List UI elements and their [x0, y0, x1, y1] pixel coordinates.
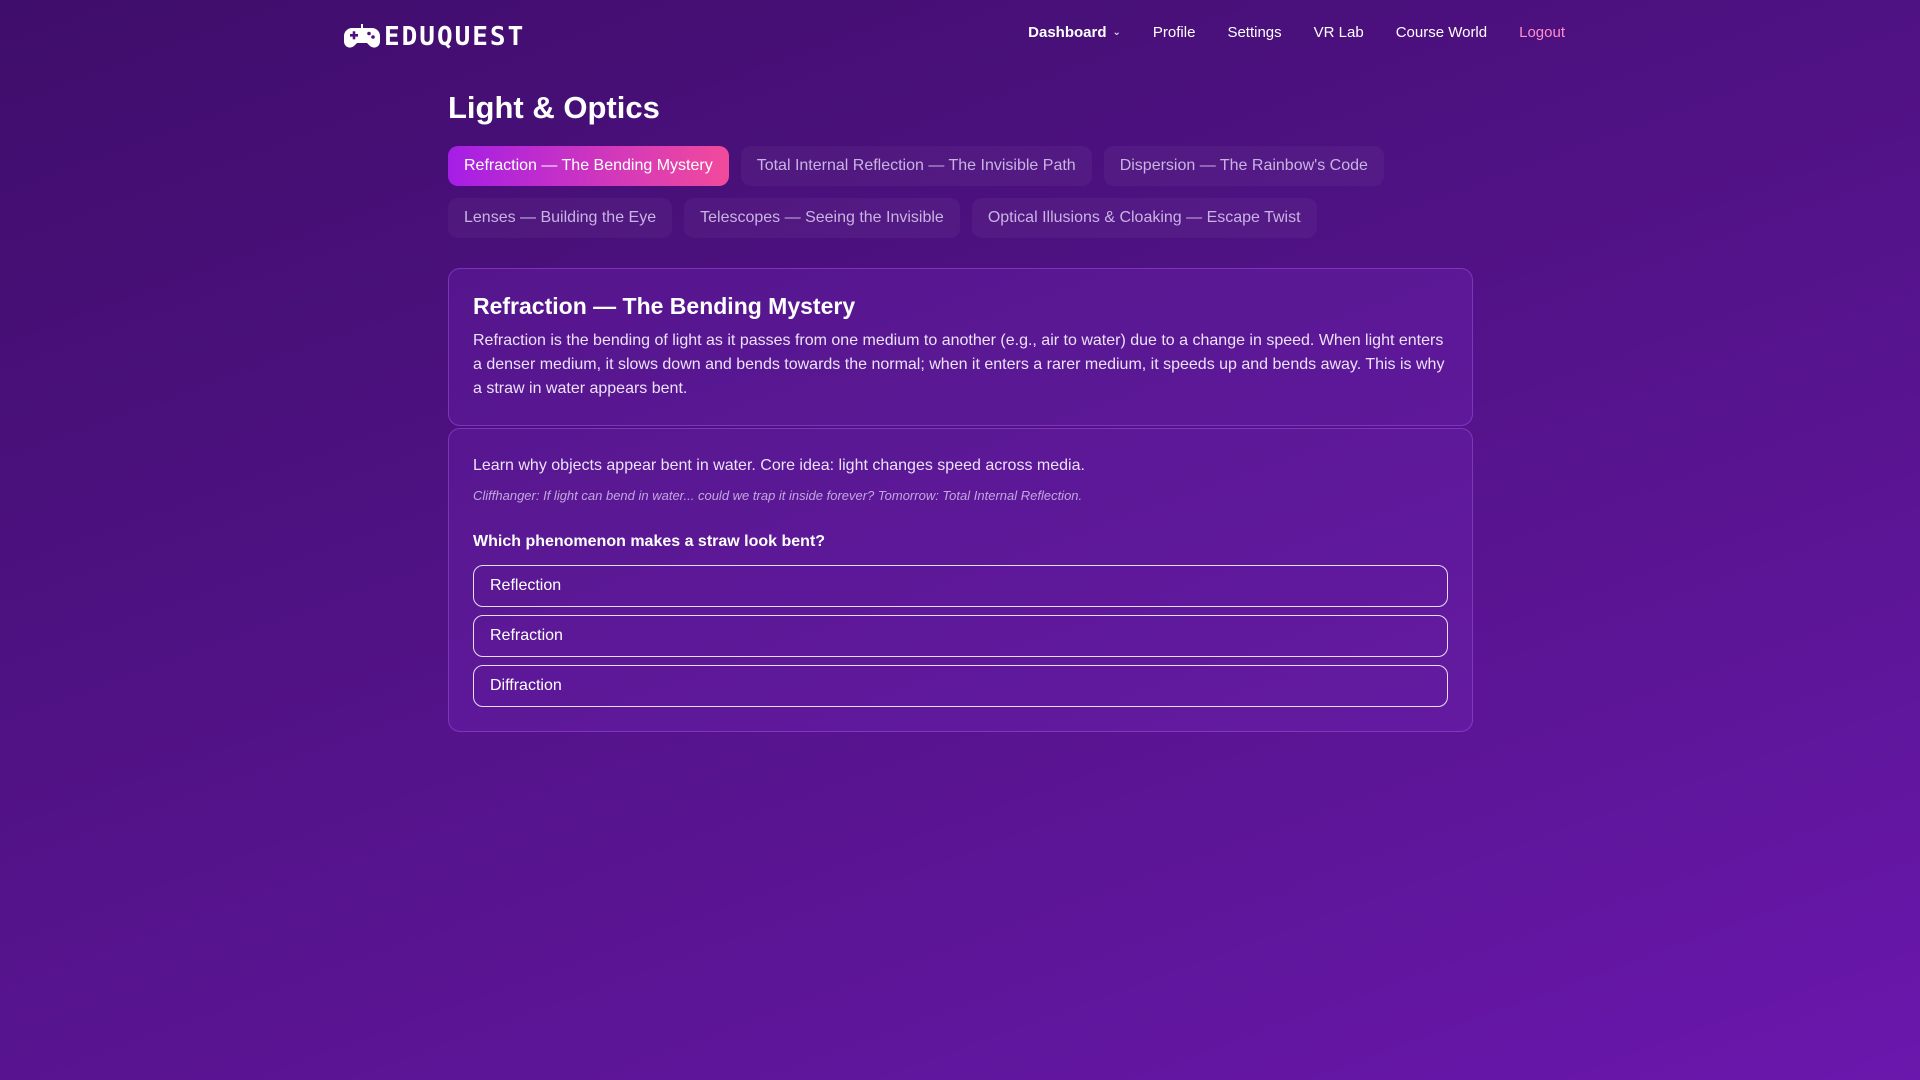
cliffhanger-text: Cliffhanger: If light can bend in water.… — [473, 488, 1083, 503]
quiz-question: Which phenomenon makes a straw look bent… — [473, 533, 826, 550]
main-content: Light & Optics Refraction — The Bending … — [448, 88, 1473, 732]
lesson-body: Refraction is the bending of light as it… — [473, 332, 1445, 397]
nav-vr-lab[interactable]: VR Lab — [1314, 24, 1364, 41]
brand-logo[interactable]: EDUQUEST — [344, 22, 525, 52]
nav-dashboard-label: Dashboard — [1028, 24, 1107, 41]
answer-option-diffraction[interactable]: Diffraction — [473, 665, 1448, 707]
answer-option-refraction[interactable]: Refraction — [473, 615, 1448, 657]
quiz-card: Learn why objects appear bent in water. … — [448, 428, 1473, 732]
topic-tabs: Refraction — The Bending Mystery Total I… — [448, 146, 1448, 238]
top-nav: EDUQUEST Dashboard ⌄ Profile Settings VR… — [0, 0, 1920, 72]
lesson-title: Refraction — The Bending Mystery — [473, 293, 856, 319]
nav-dashboard[interactable]: Dashboard ⌄ — [1028, 24, 1121, 41]
nav-logout[interactable]: Logout — [1519, 24, 1565, 41]
answer-option-reflection[interactable]: Reflection — [473, 565, 1448, 607]
page-title: Light & Optics — [448, 90, 660, 125]
brand-name: EDUQUEST — [384, 22, 526, 52]
quiz-intro: Learn why objects appear bent in water. … — [473, 457, 1085, 474]
lesson-card: Refraction — The Bending Mystery Refract… — [448, 268, 1473, 426]
tab-lenses[interactable]: Lenses — Building the Eye — [448, 198, 673, 238]
gamepad-icon — [344, 24, 380, 50]
tab-refraction[interactable]: Refraction — The Bending Mystery — [448, 146, 729, 186]
nav-links: Dashboard ⌄ Profile Settings VR Lab Cour… — [1028, 24, 1565, 41]
chevron-down-icon: ⌄ — [1112, 27, 1121, 38]
tab-optical-illusions[interactable]: Optical Illusions & Cloaking — Escape Tw… — [971, 198, 1317, 238]
nav-profile[interactable]: Profile — [1153, 24, 1196, 41]
nav-course-world[interactable]: Course World — [1396, 24, 1487, 41]
tab-total-internal-reflection[interactable]: Total Internal Reflection — The Invisibl… — [740, 146, 1092, 186]
tab-telescopes[interactable]: Telescopes — Seeing the Invisible — [684, 198, 960, 238]
nav-settings[interactable]: Settings — [1227, 24, 1281, 41]
tab-dispersion[interactable]: Dispersion — The Rainbow's Code — [1103, 146, 1384, 186]
